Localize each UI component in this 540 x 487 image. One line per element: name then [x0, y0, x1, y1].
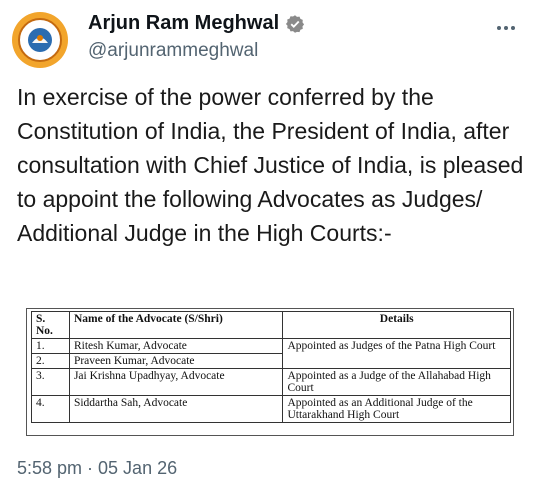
table-header-row: S. No. Name of the Advocate (S/Shri) Det…: [31, 311, 511, 339]
author-handle[interactable]: @arjunrammeghwal: [88, 40, 258, 62]
row-details: Appointed as an Additional Judge of the …: [282, 395, 511, 423]
header-name: Name of the Advocate (S/Shri): [68, 311, 284, 339]
table-row: 1. Ritesh Kumar, Advocate Appointed as J…: [31, 338, 511, 369]
attached-document-image[interactable]: S. No. Name of the Advocate (S/Shri) Det…: [26, 308, 514, 436]
row-name: Jai Krishna Upadhyay, Advocate: [68, 368, 284, 396]
verified-badge-icon: [286, 14, 305, 33]
emblem-logo-icon: [18, 18, 62, 62]
appointments-table: S. No. Name of the Advocate (S/Shri) Det…: [31, 311, 511, 423]
row-sno: 4.: [31, 395, 70, 423]
more-options-icon[interactable]: [494, 16, 518, 40]
table-row: 3. Jai Krishna Upadhyay, Advocate Appoin…: [31, 368, 511, 396]
row-name: Ritesh Kumar, Advocate: [68, 338, 284, 354]
tweet-timestamp[interactable]: 5:58 pm · 05 Jan 26: [17, 458, 177, 479]
tweet-text: In exercise of the power conferred by th…: [17, 84, 524, 246]
author-name-row: Arjun Ram Meghwal: [88, 12, 305, 35]
tweet-header: Arjun Ram Meghwal @arjunrammeghwal: [0, 0, 540, 72]
row-sno: 2.: [31, 353, 70, 369]
row-sno: 3.: [31, 368, 70, 396]
row-name: Praveen Kumar, Advocate: [68, 353, 284, 369]
header-sno: S. No.: [31, 311, 70, 339]
avatar[interactable]: [12, 12, 68, 68]
row-name: Siddartha Sah, Advocate: [68, 395, 284, 423]
row-details: Appointed as Judges of the Patna High Co…: [282, 338, 511, 369]
row-sno: 1.: [31, 338, 70, 354]
author-display-name[interactable]: Arjun Ram Meghwal: [88, 12, 279, 35]
table-row: 4. Siddartha Sah, Advocate Appointed as …: [31, 395, 511, 423]
header-details: Details: [282, 311, 511, 339]
row-details: Appointed as a Judge of the Allahabad Hi…: [282, 368, 511, 396]
